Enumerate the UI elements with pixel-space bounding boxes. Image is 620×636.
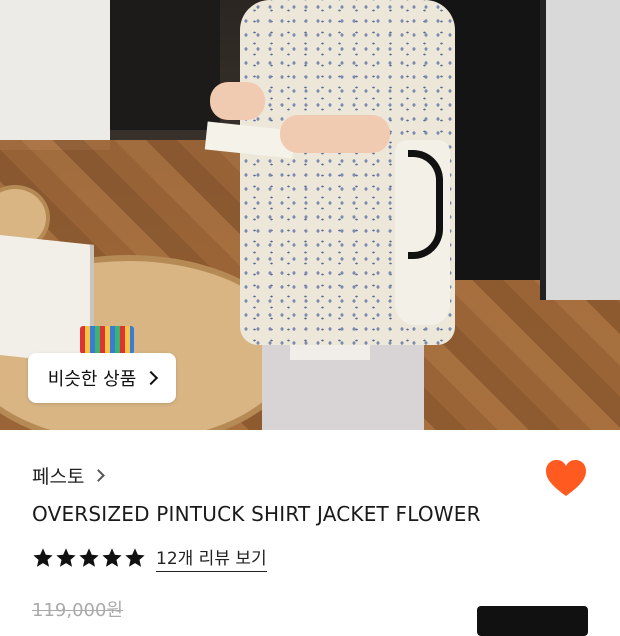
photo-wall — [0, 0, 110, 150]
star-icon — [102, 548, 122, 567]
photo-hand — [210, 82, 265, 120]
similar-products-label: 비슷한 상품 — [47, 369, 137, 390]
photo-window — [540, 0, 620, 300]
star-icon — [125, 548, 145, 567]
original-price: 119,000원 — [32, 600, 123, 621]
star-icon — [79, 548, 99, 567]
brand-name: 페스토 — [32, 466, 85, 488]
star-icon — [33, 548, 53, 567]
brand-link[interactable]: 페스토 — [32, 462, 106, 489]
rating-stars — [32, 547, 146, 569]
chevron-right-icon — [92, 469, 106, 482]
star-icon — [56, 548, 76, 567]
photo-bag-logo — [408, 150, 443, 259]
similar-products-button[interactable]: 비슷한 상품 — [28, 353, 176, 403]
buy-button[interactable] — [477, 606, 588, 636]
heart-icon[interactable] — [546, 460, 586, 498]
photo-doorway — [110, 0, 220, 130]
product-photo[interactable]: 비슷한 상품 — [0, 0, 620, 430]
product-title: OVERSIZED PINTUCK SHIRT JACKET FLOWER — [32, 502, 481, 526]
chevron-right-icon — [144, 370, 159, 386]
rating-row: 12개 리뷰 보기 — [32, 544, 267, 572]
reviews-link[interactable]: 12개 리뷰 보기 — [156, 544, 267, 572]
photo-pencils — [80, 326, 134, 354]
photo-hand — [280, 115, 390, 153]
